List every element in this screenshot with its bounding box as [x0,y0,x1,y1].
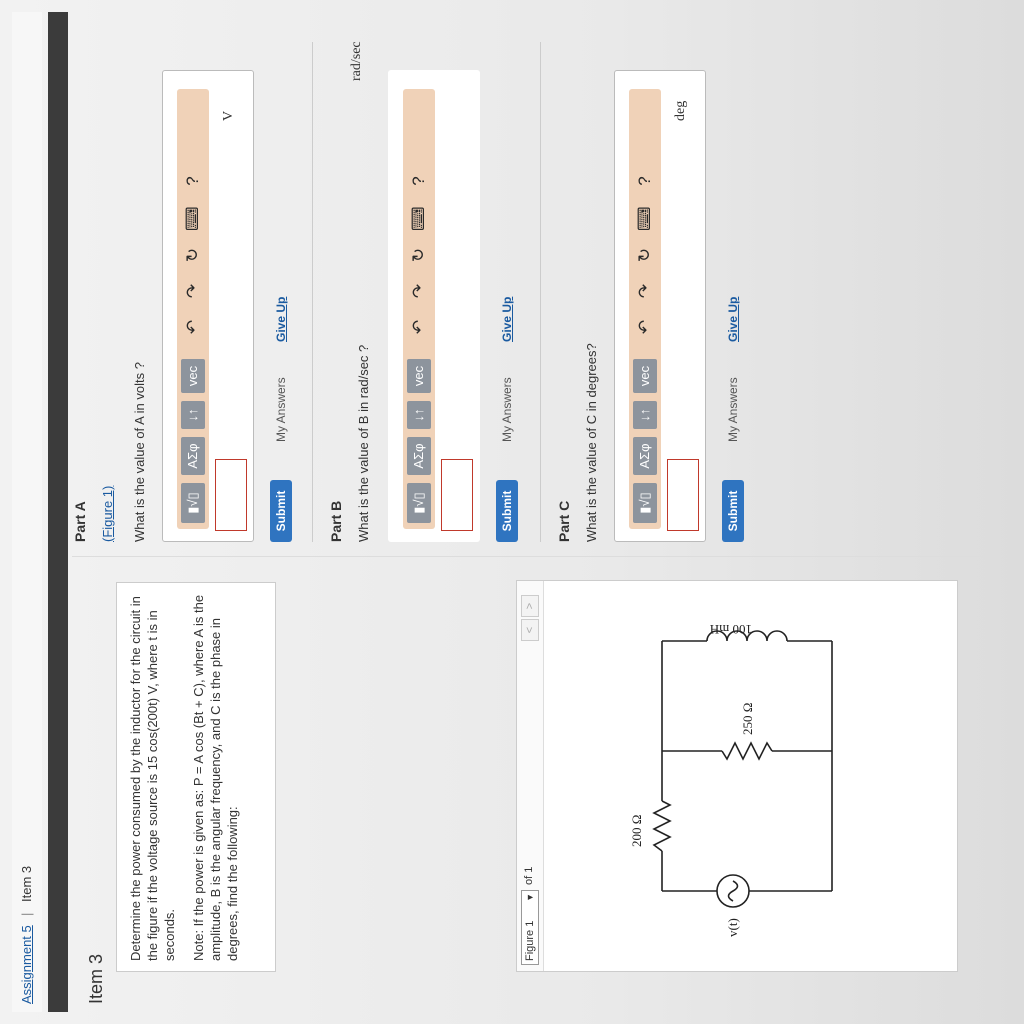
part-divider [312,42,313,542]
breadcrumb-separator: | [19,912,34,916]
part-a-unit: V [221,110,236,121]
parts-panel: Part A (Figure 1) What is the value of A… [72,22,1012,542]
greek-symbols-button[interactable]: ΑΣφ [181,437,205,475]
part-divider [540,42,541,542]
reset-icon[interactable]: ↻ [407,243,431,267]
part-b-give-up-link[interactable]: Give Up [500,297,514,342]
redo-arrow-icon[interactable]: ↷ [633,279,657,303]
breadcrumb-current: Item 3 [19,865,34,902]
figure-select[interactable]: Figure 1 ▼ [521,890,539,965]
part-a-answer-box: ▮√▯ ΑΣφ ↓↑ vec ↶ ↷ ↻ ⌨ ? V [162,70,254,542]
figure-panel: Figure 1 ▼ of 1 < > v(t) 200 Ω 250 Ω 100… [516,580,958,972]
top-bar [48,12,68,1012]
figure-header: Figure 1 ▼ of 1 < > [517,581,544,971]
part-b-math-toolbar: ▮√▯ ΑΣφ ↓↑ vec ↶ ↷ ↻ ⌨ ? [403,89,435,529]
help-icon[interactable]: ? [407,169,431,193]
vec-button[interactable]: vec [181,359,205,393]
part-a-my-answers-link[interactable]: My Answers [274,377,288,442]
part-b-unit: rad/sec [349,41,364,81]
question-box: Determine the power consumed by the indu… [116,582,276,972]
part-a-question: What is the value of A in volts ? [132,362,147,542]
part-b-title: Part B [328,500,344,542]
greek-symbols-button[interactable]: ΑΣφ [633,437,657,475]
breadcrumb: Assignment 5 | Item 3 [12,12,42,1012]
greek-symbols-button[interactable]: ΑΣφ [407,437,431,475]
part-b-answer-input[interactable] [441,459,473,531]
part-b-question: What is the value of B in rad/sec ? [356,344,371,542]
subscript-button[interactable]: ↓↑ [407,401,431,429]
part-c-submit-button[interactable]: Submit [722,480,744,542]
part-c-math-toolbar: ▮√▯ ΑΣφ ↓↑ vec ↶ ↷ ↻ ⌨ ? [629,89,661,529]
undo-arrow-icon[interactable]: ↶ [407,315,431,339]
vec-button[interactable]: vec [633,359,657,393]
part-c-question: What is the value of C in degrees? [584,343,599,542]
subscript-button[interactable]: ↓↑ [181,401,205,429]
help-icon[interactable]: ? [181,169,205,193]
figure-count: of 1 [523,866,535,885]
breadcrumb-assignment-link[interactable]: Assignment 5 [19,925,34,1004]
keyboard-icon[interactable]: ⌨ [633,206,657,231]
templates-button[interactable]: ▮√▯ [407,483,431,523]
keyboard-icon[interactable]: ⌨ [181,206,205,231]
problem-panel: Determine the power consumed by the indu… [106,557,1006,1012]
undo-arrow-icon[interactable]: ↶ [181,315,205,339]
part-a-give-up-link[interactable]: Give Up [274,297,288,342]
mastering-page: Assignment 5 | Item 3 Item 3 Determine t… [12,12,1012,1012]
circuit-diagram: v(t) 200 Ω 250 Ω 100 mH [629,622,833,937]
figure-prev-button[interactable]: < [521,619,539,641]
part-a-title: Part A [72,501,88,542]
source-label: v(t) [725,918,740,937]
subscript-button[interactable]: ↓↑ [633,401,657,429]
reset-icon[interactable]: ↻ [633,243,657,267]
templates-button[interactable]: ▮√▯ [181,483,205,523]
part-c-my-answers-link[interactable]: My Answers [726,377,740,442]
screen: Assignment 5 | Item 3 Item 3 Determine t… [0,0,1024,1024]
part-a-submit-button[interactable]: Submit [270,480,292,542]
panel-separator [72,556,1002,557]
redo-arrow-icon[interactable]: ↷ [407,279,431,303]
part-c-answer-box: ▮√▯ ΑΣφ ↓↑ vec ↶ ↷ ↻ ⌨ ? deg [614,70,706,542]
keyboard-icon[interactable]: ⌨ [407,206,431,231]
undo-arrow-icon[interactable]: ↶ [633,315,657,339]
redo-arrow-icon[interactable]: ↷ [181,279,205,303]
question-paragraph-2: Note: If the power is given as: P = A co… [191,594,240,961]
part-c-title: Part C [556,500,572,542]
figure-1-link[interactable]: (Figure 1) [100,486,115,542]
help-icon[interactable]: ? [633,169,657,193]
reset-icon[interactable]: ↻ [181,243,205,267]
r1-label: 200 Ω [629,815,644,847]
part-b-my-answers-link[interactable]: My Answers [500,377,514,442]
part-a-answer-input[interactable] [215,459,247,531]
chevron-down-icon: ▼ [525,893,535,902]
part-c-unit: deg [673,100,688,121]
templates-button[interactable]: ▮√▯ [633,483,657,523]
question-paragraph-1: Determine the power consumed by the indu… [128,596,177,961]
part-b-answer-box: ▮√▯ ΑΣφ ↓↑ vec ↶ ↷ ↻ ⌨ ? rad/sec [349,41,480,542]
figure-next-button[interactable]: > [521,595,539,617]
inductor-label: 100 mH [710,622,752,637]
part-c-give-up-link[interactable]: Give Up [726,297,740,342]
r2-label: 250 Ω [740,703,755,735]
figure-select-value: Figure 1 [524,920,536,961]
part-a-math-toolbar: ▮√▯ ΑΣφ ↓↑ vec ↶ ↷ ↻ ⌨ ? [177,89,209,529]
item-title: Item 3 [86,953,106,1004]
part-c-answer-input[interactable] [667,459,699,531]
vec-button[interactable]: vec [407,359,431,393]
part-b-submit-button[interactable]: Submit [496,480,518,542]
